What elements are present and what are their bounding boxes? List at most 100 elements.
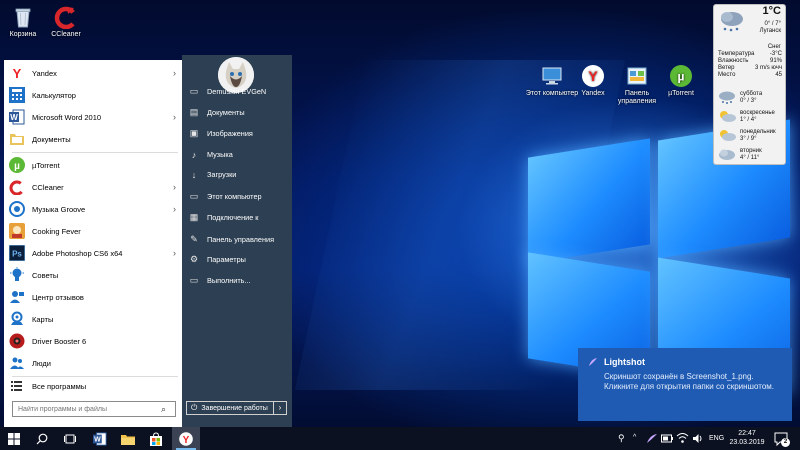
chevron-up-icon[interactable]: ^ bbox=[633, 434, 636, 441]
user-name-item[interactable]: ▭ Demuskin EVGeN bbox=[182, 81, 292, 102]
weather-detail-row: Ветер 3 m/s ючч bbox=[718, 65, 782, 72]
chevron-right-icon: › bbox=[278, 403, 282, 412]
svg-text:Y: Y bbox=[183, 435, 190, 446]
search-icon[interactable]: ⌕ bbox=[161, 404, 166, 415]
cooking-fever-icon bbox=[8, 222, 26, 240]
start-item-utorrent[interactable]: µ µTorrent bbox=[4, 154, 182, 176]
start-menu-programs-pane: Y Yandex › Калькулятор W Microsoft Word … bbox=[4, 60, 182, 427]
start-item-driver-booster[interactable]: Driver Booster 6 bbox=[4, 330, 182, 352]
places-item-downloads[interactable]: ↓ Загрузки bbox=[182, 164, 292, 185]
start-item-label: Microsoft Word 2010 bbox=[32, 112, 102, 122]
places-item-label: Музыка bbox=[207, 150, 233, 159]
taskbar-store[interactable] bbox=[142, 427, 170, 450]
control-panel-icon bbox=[625, 64, 649, 88]
start-button[interactable] bbox=[0, 427, 28, 450]
recycle-bin-icon bbox=[11, 5, 35, 29]
pictures-icon: ▣ bbox=[189, 128, 199, 138]
current-temperature: 1°C bbox=[762, 5, 781, 17]
forecast-day: воскресенье 1° / 4° bbox=[716, 108, 784, 126]
yandex-icon: Y bbox=[179, 431, 193, 446]
svg-text:Y: Y bbox=[588, 68, 598, 84]
start-menu-places-pane: ▭ Demuskin EVGeN ▤ Документы ▣ Изображен… bbox=[182, 55, 292, 427]
desktop-icon-utorrent[interactable]: µ µTorrent bbox=[652, 64, 710, 98]
list-icon bbox=[8, 377, 26, 395]
start-item-groove[interactable]: Музыка Groove › bbox=[4, 198, 182, 220]
battery-icon[interactable] bbox=[661, 434, 673, 443]
folder-user-icon: ▭ bbox=[189, 86, 199, 96]
start-item-feedback-hub[interactable]: Центр отзывов bbox=[4, 286, 182, 308]
forecast-day-name: вторник bbox=[740, 148, 762, 154]
lightshot-tray-icon[interactable] bbox=[646, 433, 658, 444]
taskbar-yandex[interactable]: Y bbox=[172, 427, 200, 450]
folder-icon bbox=[121, 434, 135, 445]
taskbar-file-explorer[interactable] bbox=[114, 427, 142, 450]
places-item-control-panel[interactable]: ✎ Панель управления bbox=[182, 229, 292, 250]
snow-cloud-icon bbox=[721, 12, 743, 32]
shutdown-options-button[interactable]: › bbox=[273, 401, 287, 415]
forecast-day: понедельник 3° / 9° bbox=[716, 127, 784, 145]
all-programs-button[interactable]: Все программы bbox=[4, 375, 182, 397]
ccleaner-icon bbox=[54, 5, 78, 30]
start-item-tips[interactable]: Советы bbox=[4, 264, 182, 286]
places-item-this-pc[interactable]: ▭ Этот компьютер bbox=[182, 186, 292, 207]
places-item-label: Этот компьютер bbox=[207, 192, 262, 201]
start-item-maps[interactable]: Карты bbox=[4, 308, 182, 330]
chevron-right-icon: › bbox=[173, 248, 176, 258]
start-item-calculator[interactable]: Калькулятор bbox=[4, 84, 182, 106]
task-view-button[interactable] bbox=[56, 427, 84, 450]
cloud-icon bbox=[719, 149, 735, 160]
forecast-day: вторник 4° / 11° bbox=[716, 146, 784, 164]
start-item-word[interactable]: W Microsoft Word 2010 › bbox=[4, 106, 182, 128]
start-item-label: CCleaner bbox=[32, 182, 64, 192]
lightshot-notification[interactable]: Lightshot Скриншот сохранён в Screenshot… bbox=[578, 348, 792, 421]
volume-icon[interactable] bbox=[692, 433, 704, 444]
start-item-people[interactable]: Люди bbox=[4, 352, 182, 374]
weather-widget[interactable]: 1°C 0° / 7° Луганск Снег Температура -3°C… bbox=[713, 4, 786, 165]
task-view-icon bbox=[64, 434, 76, 443]
chevron-right-icon: › bbox=[173, 204, 176, 214]
logo-pane bbox=[528, 138, 650, 264]
start-item-cooking-fever[interactable]: Cooking Fever bbox=[4, 220, 182, 242]
taskbar-clock[interactable]: 22:47 23.03.2019 bbox=[727, 429, 767, 447]
start-item-ccleaner[interactable]: CCleaner › bbox=[4, 176, 182, 198]
notification-title: Lightshot bbox=[604, 357, 645, 367]
taskbar-search-button[interactable] bbox=[28, 427, 56, 450]
shutdown-button[interactable]: ⏻ Завершение работы bbox=[186, 401, 274, 415]
places-item-connect[interactable]: ▦ Подключение к bbox=[182, 207, 292, 228]
language-indicator[interactable]: ENG bbox=[709, 435, 724, 442]
desktop-icon-ccleaner[interactable]: CCleaner bbox=[37, 5, 95, 39]
notification-message: Скриншот сохранён в Screenshot_1.png. Кл… bbox=[604, 372, 774, 391]
svg-text:µ: µ bbox=[14, 161, 20, 172]
forecast-day-temps: 1° / 4° bbox=[740, 117, 757, 123]
places-item-documents[interactable]: ▤ Документы bbox=[182, 102, 292, 123]
search-icon bbox=[36, 433, 48, 444]
places-item-label: Выполнить... bbox=[207, 276, 251, 285]
music-icon: ♪ bbox=[191, 149, 197, 160]
taskbar-word[interactable]: W bbox=[86, 427, 114, 450]
wifi-icon[interactable] bbox=[676, 432, 689, 444]
forecast-day-name: суббота bbox=[740, 91, 763, 97]
weather-detail-value: 91% bbox=[769, 58, 782, 64]
svg-text:µ: µ bbox=[678, 70, 685, 84]
places-item-settings[interactable]: ⚙ Параметры bbox=[182, 249, 292, 270]
utorrent-icon: µ bbox=[8, 156, 26, 174]
settings-icon: ⚙ bbox=[189, 254, 199, 264]
forecast-day-temps: 0° / 3° bbox=[740, 98, 757, 104]
places-item-pictures[interactable]: ▣ Изображения bbox=[182, 123, 292, 144]
start-item-label: Центр отзывов bbox=[32, 292, 84, 302]
start-separator bbox=[12, 152, 178, 153]
desktop-icon-label: µTorrent bbox=[668, 90, 694, 97]
start-item-documents[interactable]: Документы bbox=[4, 128, 182, 150]
start-search-input[interactable] bbox=[12, 401, 176, 417]
people-tray-icon[interactable]: ⚲ bbox=[618, 433, 625, 444]
windows-start-icon bbox=[8, 432, 20, 445]
start-item-photoshop[interactable]: Ps Adobe Photoshop CS6 x64 › bbox=[4, 242, 182, 264]
places-item-music[interactable]: ♪ Музыка bbox=[182, 144, 292, 165]
places-item-run[interactable]: ▭ Выполнить... bbox=[182, 270, 292, 291]
forecast-day-name: понедельник bbox=[740, 129, 776, 135]
weather-detail-row: Температура -3°C bbox=[718, 51, 782, 58]
start-item-yandex[interactable]: Y Yandex › bbox=[4, 62, 182, 84]
weather-detail-label: Ветер bbox=[718, 65, 735, 71]
start-item-label: Калькулятор bbox=[32, 90, 76, 100]
store-icon bbox=[150, 431, 162, 446]
